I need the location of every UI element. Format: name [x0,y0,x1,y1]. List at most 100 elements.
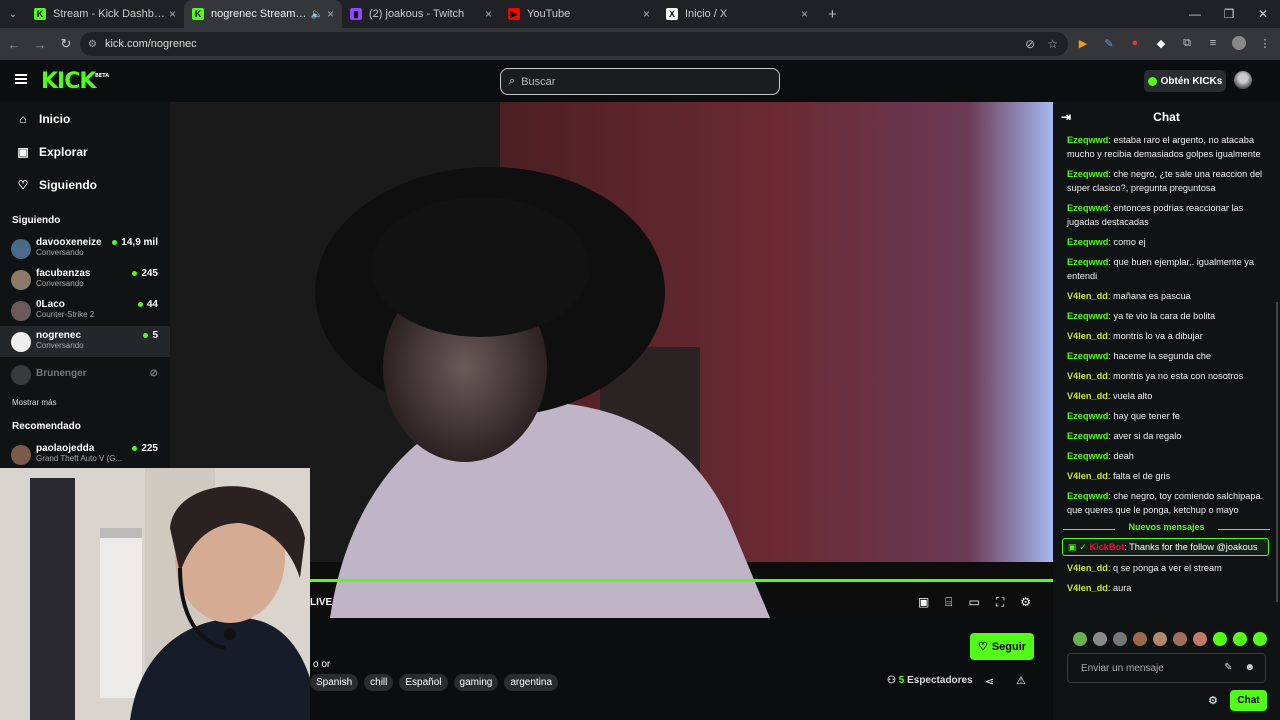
search-input[interactable]: ⌕ Buscar [500,68,780,95]
chat-username[interactable]: Ezeqwwd [1067,451,1108,461]
chat-username[interactable]: Ezeqwwd [1067,237,1108,247]
chat-username[interactable]: Ezeqwwd [1067,491,1108,501]
chat-username[interactable]: Ezeqwwd [1067,311,1108,321]
mini-player-icon[interactable]: ▣ [918,595,929,610]
browser-tab[interactable]: ▶ YouTube × [500,0,658,28]
profile-icon[interactable] [1232,36,1246,50]
emote-icon[interactable] [1253,632,1267,646]
extension-diamond-icon[interactable]: ◆ [1154,36,1168,50]
sidebar-channel-offline[interactable]: Brunenger ⊘ [0,359,170,390]
extension-record-icon[interactable]: ● [1128,36,1142,50]
browser-tab[interactable]: K Stream - Kick Dashboard × [26,0,184,28]
chat-text: vuela alto [1112,391,1153,401]
tab-close-icon[interactable]: × [643,7,650,21]
stream-tag[interactable]: Spanish [310,674,359,691]
tab-close-icon[interactable]: × [485,7,492,21]
collapse-chat-icon[interactable]: ⇥ [1061,110,1071,124]
forward-icon[interactable]: → [28,37,52,52]
get-kicks-button[interactable]: Obtén KICKs [1144,70,1226,92]
site-info-icon[interactable]: ⚙ [88,39,97,50]
sidebar-nav-explorar[interactable]: ▣ Explorar [0,135,170,168]
emote-icon[interactable] [1233,632,1247,646]
stream-tag[interactable]: chill [364,674,394,691]
chat-settings-icon[interactable]: ⚙ [1208,694,1218,707]
chat-username[interactable]: V4len_dd [1067,371,1108,381]
theater-mode-icon[interactable]: ▭ [968,595,979,610]
translate-icon[interactable]: ✎ [1224,662,1232,673]
minimize-icon[interactable]: — [1178,0,1212,28]
chat-username[interactable]: Ezeqwwd [1067,351,1108,361]
follow-button[interactable]: ♡ Seguir [970,633,1034,660]
browser-tab[interactable]: Knogrenec Stream - Watch Live🔈 × [184,0,342,28]
stream-tag[interactable]: argentina [504,674,559,691]
tab-close-icon[interactable]: × [327,7,334,21]
extension-play-icon[interactable]: ▶ [1076,36,1090,50]
beta-badge: BETA [95,73,110,79]
report-warning-icon[interactable]: ⚠ [1016,674,1026,687]
fullscreen-icon[interactable]: ⛶ [996,595,1004,610]
chat-username[interactable]: Ezeqwwd [1067,203,1108,213]
emote-icon[interactable] [1153,632,1167,646]
emote-icon[interactable] [1133,632,1147,646]
extension-translate-icon[interactable]: ✎ [1102,36,1116,50]
emote-icon[interactable] [1173,632,1187,646]
tab-close-icon[interactable]: × [801,7,808,21]
sidebar-channel-0laco[interactable]: 0Laco Counter-Strike 2 44 [0,295,170,326]
chat-username[interactable]: V4len_dd [1067,391,1108,401]
restore-icon[interactable]: ❐ [1212,0,1246,28]
settings-gear-icon[interactable]: ⚙ [1020,595,1031,610]
extensions-puzzle-icon[interactable]: ⧉ [1180,36,1194,50]
emote-icon[interactable] [1213,632,1227,646]
browser-tab[interactable]: X Inicio / X × [658,0,816,28]
emote-icon[interactable] [1093,632,1107,646]
chat-username[interactable]: KickBot [1089,542,1124,552]
chat-username[interactable]: Ezeqwwd [1067,431,1108,441]
sidebar-channel-paolaojedda[interactable]: paolaojedda Grand Theft Auto V (G... 225 [0,439,170,470]
chat-username[interactable]: V4len_dd [1067,331,1108,341]
browser-tab[interactable]: ▮ (2) joakous - Twitch × [342,0,500,28]
chat-username[interactable]: Ezeqwwd [1067,411,1108,421]
tab-title: Stream - Kick Dashboard [53,8,165,20]
sidebar-nav-siguiendo[interactable]: ♡ Siguiendo [0,168,170,201]
emoji-icon[interactable]: ☻ [1244,662,1255,673]
emote-icon[interactable] [1193,632,1207,646]
emote-icon[interactable] [1073,632,1087,646]
user-avatar[interactable] [1234,71,1252,89]
channel-viewer-count: 5 [152,330,158,341]
emote-icon[interactable] [1113,632,1127,646]
browser-menu-icon[interactable]: ⋮ [1258,36,1272,50]
chat-text: hay que tener fe [1113,411,1180,421]
url-field[interactable]: ⚙ kick.com/nogrenec ⊘ ☆ [80,32,1068,56]
menu-hamburger-icon[interactable] [15,74,27,84]
chat-scrollbar[interactable] [1276,302,1278,602]
sidebar-nav-inicio[interactable]: ⌂ Inicio [0,102,170,135]
close-window-icon[interactable]: ✕ [1246,0,1280,28]
chat-input[interactable]: Enviar un mensaje ✎ ☻ [1067,653,1266,683]
reload-icon[interactable]: ↻ [54,36,78,52]
chat-username[interactable]: V4len_dd [1067,471,1108,481]
sidebar-channel-nogrenec[interactable]: nogrenec Conversando 5 [0,326,170,357]
chat-username[interactable]: V4len_dd [1067,563,1108,573]
chat-send-button[interactable]: Chat [1230,690,1267,711]
chat-username[interactable]: Ezeqwwd [1067,135,1108,145]
kick-logo[interactable]: KICK BETA [41,69,109,94]
back-icon[interactable]: ← [2,37,26,52]
chat-username[interactable]: Ezeqwwd [1067,257,1108,267]
bookmark-star-icon[interactable]: ☆ [1047,37,1058,51]
chat-username[interactable]: V4len_dd [1067,291,1108,301]
eye-off-icon[interactable]: ⊘ [1025,37,1035,51]
chat-username[interactable]: Ezeqwwd [1067,169,1108,179]
stream-tag[interactable]: gaming [453,674,499,691]
sidebar-channel-facubanzas[interactable]: facubanzas Conversando 245 [0,264,170,295]
new-tab-button[interactable]: + [828,0,837,28]
share-icon[interactable]: ⋖ [985,675,994,688]
show-more-link[interactable]: Mostrar más [0,398,170,407]
clip-icon[interactable]: ⌸ [945,595,952,610]
tab-audio-icon[interactable]: 🔈 [311,9,323,20]
tab-close-icon[interactable]: × [169,7,176,21]
stream-tag[interactable]: Español [399,674,448,691]
chat-username[interactable]: V4len_dd [1067,583,1108,593]
tab-search-icon[interactable]: ⌄ [0,0,26,28]
reading-list-icon[interactable]: ≡ [1206,36,1220,50]
sidebar-channel-davooxeneize[interactable]: davooxeneize Conversando 14,9 mil [0,233,170,264]
